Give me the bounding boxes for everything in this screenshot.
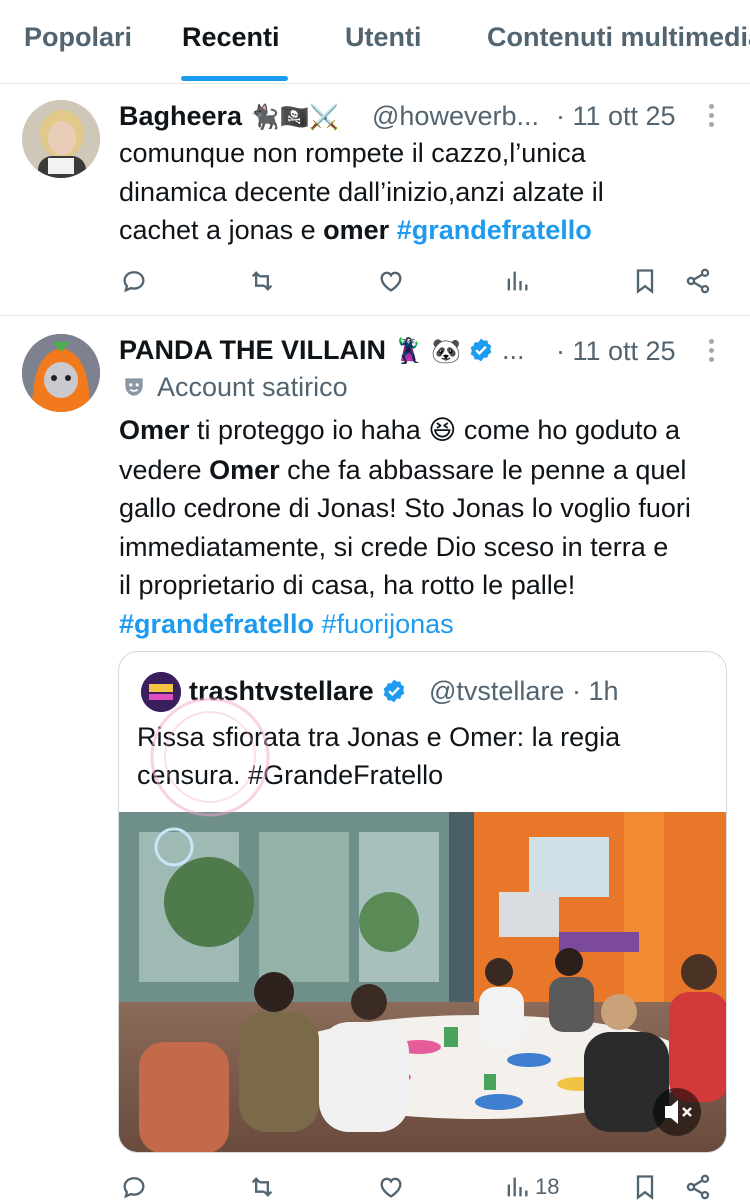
post-text-line: dinamica decente dall’inizio,anzi alzate… [119, 176, 604, 207]
post-author-name[interactable]: Bagheera 🐈‍⬛🏴‍☠️⚔️ [119, 101, 339, 132]
hashtag-link[interactable]: #grandefratello [397, 215, 592, 245]
views-icon[interactable]: 18 [503, 1170, 559, 1200]
reply-icon[interactable] [120, 264, 148, 298]
laughing-emoji: 😆 [428, 415, 457, 446]
post-actions [118, 264, 718, 298]
bookmark-icon[interactable] [631, 1170, 659, 1200]
bold-word: Omer [209, 454, 280, 485]
bold-word: Omer [119, 415, 190, 445]
tab-utenti[interactable]: Utenti [345, 22, 422, 53]
post-text: Omer ti proteggo io haha 😆 come ho godut… [119, 411, 739, 643]
views-icon[interactable] [503, 264, 531, 298]
quoted-post[interactable]: trashtvstellare @tvstellare · 1h Rissa s… [118, 651, 727, 1153]
post-text-line: cachet a jonas e [119, 215, 324, 245]
tab-recenti[interactable]: Recenti [182, 22, 280, 53]
account-label: Account satirico [157, 372, 348, 402]
share-icon[interactable] [684, 264, 712, 298]
avatar[interactable] [22, 334, 100, 412]
quoted-author[interactable]: trashtvstellare [189, 676, 407, 707]
bookmark-icon[interactable] [631, 264, 659, 298]
retweet-icon[interactable] [248, 1170, 276, 1200]
post-text-line: come ho goduto a [456, 415, 681, 445]
quoted-handle[interactable]: @tvstellare · 1h [429, 676, 618, 707]
tab-contenuti-multimediali[interactable]: Contenuti multimedia [487, 22, 750, 53]
post-text-line: ti proteggo io haha [189, 415, 429, 445]
post-timestamp[interactable]: · 11 ott 25 [556, 336, 676, 367]
bold-word: omer [323, 215, 390, 245]
reply-icon[interactable] [120, 1170, 148, 1200]
post-actions: 18 [118, 1170, 718, 1200]
name-emojis: 🐈‍⬛🏴‍☠️⚔️ [249, 103, 340, 131]
search-tabs: Popolari Recenti Utenti Contenuti multim… [0, 0, 750, 84]
quoted-text-line: Rissa sfiorata tra Jonas e Omer: la regi… [137, 722, 621, 752]
post-author-name[interactable]: PANDA THE VILLAIN 🦹‍♀️ 🐼 ... [119, 335, 524, 366]
post-text-line: comunque non rompete il cazzo,l’unica [119, 138, 586, 168]
name-ellipsis: ... [501, 335, 525, 365]
views-count: 18 [535, 1174, 560, 1199]
more-icon[interactable] [706, 104, 716, 131]
mask-icon [121, 374, 149, 402]
quoted-text: Rissa sfiorata tra Jonas e Omer: la regi… [137, 718, 712, 794]
quoted-text-line: censura. #GrandeFratello [137, 760, 444, 790]
post-timestamp[interactable]: · 11 ott 25 [556, 101, 676, 132]
name-emojis: 🦹‍♀️ 🐼 [393, 337, 461, 365]
like-icon[interactable] [377, 264, 405, 298]
retweet-icon[interactable] [248, 264, 276, 298]
post-text: comunque non rompete il cazzo,l’unica di… [119, 134, 719, 250]
post-text-line: immediatamente, si crede Dio sceso in te… [119, 531, 669, 562]
more-icon[interactable] [706, 339, 716, 366]
post-divider [0, 315, 750, 316]
hashtag-link[interactable]: #fuorijonas [322, 609, 454, 639]
post-text-line: vedere [119, 454, 210, 485]
post-text-line: gallo cedrone di Jonas! Sto Jonas lo vog… [119, 493, 691, 523]
video-thumbnail[interactable]: . [119, 812, 726, 1152]
like-icon[interactable] [377, 1170, 405, 1200]
verified-icon [471, 338, 492, 362]
quoted-author-text: trashtvstellare [189, 676, 374, 706]
verified-icon [383, 679, 405, 703]
post-text-line: che fa abbassare le penne a quel [279, 454, 687, 485]
quoted-avatar[interactable] [141, 672, 181, 712]
tab-popolari[interactable]: Popolari [24, 22, 132, 53]
post-text-line: il proprietario di casa, ha rotto le pal… [119, 570, 576, 600]
hashtag-link[interactable]: #grandefratello [119, 609, 314, 639]
author-name-text: PANDA THE VILLAIN [119, 335, 386, 365]
avatar[interactable] [22, 100, 100, 178]
post-handle[interactable]: @howeverb... [372, 101, 539, 132]
author-name-text: Bagheera [119, 101, 243, 131]
active-tab-indicator [181, 76, 288, 81]
share-icon[interactable] [684, 1170, 712, 1200]
